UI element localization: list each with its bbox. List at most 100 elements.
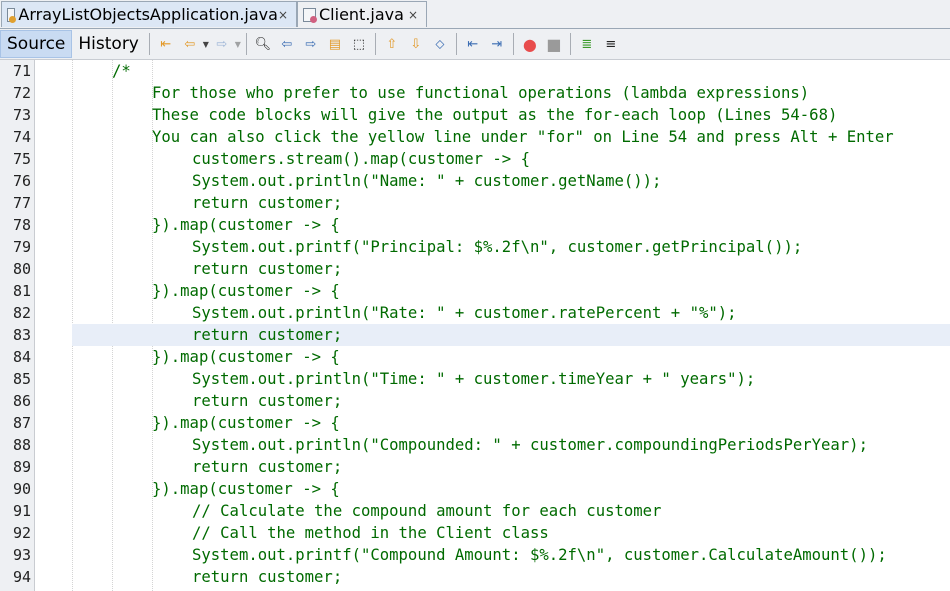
line-number: 75 — [12, 150, 31, 168]
code-line[interactable]: 74 You can also click the yellow line und… — [0, 126, 950, 148]
start-macro-icon[interactable]: ● — [521, 35, 539, 54]
code-text: /* — [112, 62, 131, 80]
back-icon[interactable]: ⇦ — [181, 35, 199, 53]
code-line[interactable]: 71 /* — [0, 60, 950, 82]
line-number: 77 — [12, 194, 31, 212]
code-line[interactable]: 89 return customer; — [0, 456, 950, 478]
code-text: }).map(customer -> { — [152, 348, 340, 366]
line-number: 89 — [12, 458, 31, 476]
tab-arraylistobjectsapplication[interactable]: ArrayListObjectsApplication.java × — [1, 1, 297, 27]
code-text: }).map(customer -> { — [152, 216, 340, 234]
code-line[interactable]: 77 return customer; — [0, 192, 950, 214]
code-line[interactable]: 87}).map(customer -> { — [0, 412, 950, 434]
shift-right-icon[interactable]: ⇥ — [488, 35, 506, 53]
toggle-highlight-icon[interactable]: ▤ — [326, 35, 344, 53]
close-tab-icon[interactable]: × — [278, 8, 288, 22]
code-line[interactable]: 73 These code blocks will give the output… — [0, 104, 950, 126]
code-text: return customer; — [192, 392, 343, 410]
code-line[interactable]: 84 }).map(customer -> { — [0, 346, 950, 368]
code-line[interactable]: 90 }).map(customer -> { — [0, 478, 950, 500]
tab-label: ArrayListObjectsApplication.java — [18, 5, 278, 24]
toggle-rect-selection-icon[interactable]: ⬚ — [350, 35, 368, 53]
code-text: System.out.println("Time: " + customer.t… — [192, 370, 756, 388]
line-number: 82 — [12, 304, 31, 322]
find-icon[interactable]: 🔍︎ — [254, 35, 272, 53]
code-text: return customer; — [192, 326, 343, 344]
toolbar-divider — [455, 33, 457, 55]
code-line[interactable]: 83 return customer; — [0, 324, 950, 346]
tab-client[interactable]: Client.java × — [297, 1, 427, 27]
code-text: System.out.printf("Compound Amount: $%.2… — [192, 546, 887, 564]
line-number: 73 — [12, 106, 31, 124]
code-line[interactable]: 76 System.out.println("Name: " + customer… — [0, 170, 950, 192]
editor-toolbar: Source History ⇤ ⇦ ▼ ⇨ ▼ 🔍︎ ⇦ ⇨ ▤ ⬚ ⇧ ⇩ … — [0, 29, 950, 60]
back-dropdown-icon[interactable]: ▼ — [202, 35, 210, 53]
uncomment-icon[interactable]: ≡ — [602, 35, 620, 53]
code-text: These code blocks will give the output a… — [152, 106, 838, 124]
line-number: 71 — [12, 62, 31, 80]
line-number: 83 — [12, 326, 31, 344]
history-button[interactable]: History — [72, 30, 144, 58]
line-number: 72 — [12, 84, 31, 102]
code-text: You can also click the yellow line under… — [152, 128, 894, 146]
code-text: return customer; — [192, 458, 343, 476]
find-next-icon[interactable]: ⇨ — [302, 35, 320, 53]
line-number: 94 — [12, 568, 31, 586]
code-text: // Calculate the compound amount for eac… — [192, 502, 662, 520]
code-line[interactable]: 72 For those who prefer to use functional… — [0, 82, 950, 104]
line-number: 93 — [12, 546, 31, 564]
code-line[interactable]: 91 // Calculate the compound amount for e… — [0, 500, 950, 522]
code-editor[interactable]: 71 /* 72 For those who prefer to use functi… — [0, 60, 950, 591]
code-line[interactable]: 93 System.out.printf("Compound Amount: $%… — [0, 544, 950, 566]
code-line[interactable]: 75 customers.stream().map(customer -> { — [0, 148, 950, 170]
line-number: 84 — [12, 348, 31, 366]
close-tab-icon[interactable]: × — [408, 8, 418, 22]
line-number: 92 — [12, 524, 31, 542]
toolbar-divider — [569, 33, 571, 55]
code-text: return customer; — [192, 260, 343, 278]
code-line[interactable]: 86 return customer; — [0, 390, 950, 412]
code-line[interactable]: 79 System.out.printf("Principal: $%.2f\n"… — [0, 236, 950, 258]
code-text: }).map(customer -> { — [152, 480, 340, 498]
find-previous-icon[interactable]: ⇦ — [278, 35, 296, 53]
java-file-icon — [303, 7, 317, 23]
source-button[interactable]: Source — [0, 30, 73, 58]
code-text: }).map(customer -> { — [152, 282, 340, 300]
code-text: return customer; — [192, 568, 343, 586]
forward-dropdown-icon[interactable]: ▼ — [234, 35, 242, 53]
code-line[interactable]: 88 System.out.println("Compounded: " + cu… — [0, 434, 950, 456]
code-text: System.out.printf("Principal: $%.2f\n", … — [192, 238, 803, 256]
line-number: 86 — [12, 392, 31, 410]
code-line[interactable]: 80 return customer; — [0, 258, 950, 280]
line-number: 74 — [12, 128, 31, 146]
code-line[interactable]: 78 }).map(customer -> { — [0, 214, 950, 236]
code-text: System.out.println("Compounded: " + cust… — [192, 436, 868, 454]
forward-icon[interactable]: ⇨ — [213, 35, 231, 53]
stop-macro-icon[interactable]: ■ — [545, 35, 563, 54]
toggle-bookmark-icon[interactable]: ⬦ — [431, 35, 449, 53]
code-line[interactable]: 85 System.out.println("Time: " + customer… — [0, 368, 950, 390]
code-line[interactable]: 82 System.out.println("Rate: " + customer… — [0, 302, 950, 324]
line-number: 88 — [12, 436, 31, 454]
java-file-icon — [7, 7, 17, 23]
next-bookmark-icon[interactable]: ⇩ — [407, 35, 425, 53]
tab-label: Client.java — [319, 5, 404, 24]
last-edit-icon[interactable]: ⇤ — [157, 35, 175, 53]
line-number: 79 — [12, 238, 31, 256]
code-text: System.out.println("Rate: " + customer.r… — [192, 304, 737, 322]
comment-icon[interactable]: ≣ — [578, 35, 596, 53]
line-number: 90 — [12, 480, 31, 498]
code-line[interactable]: 81 }).map(customer -> { — [0, 280, 950, 302]
code-text: For those who prefer to use functional o… — [152, 84, 810, 102]
code-line[interactable]: 92 // Call the method in the Client class — [0, 522, 950, 544]
previous-bookmark-icon[interactable]: ⇧ — [383, 35, 401, 53]
line-number: 81 — [12, 282, 31, 300]
shift-left-icon[interactable]: ⇤ — [464, 35, 482, 53]
code-line[interactable]: 94 return customer; — [0, 566, 950, 588]
line-number: 78 — [12, 216, 31, 234]
line-number: 80 — [12, 260, 31, 278]
code-text: }).map(customer -> { — [152, 414, 340, 432]
code-text: // Call the method in the Client class — [192, 524, 549, 542]
toolbar-divider — [374, 33, 376, 55]
code-text: System.out.println("Name: " + customer.g… — [192, 172, 662, 190]
